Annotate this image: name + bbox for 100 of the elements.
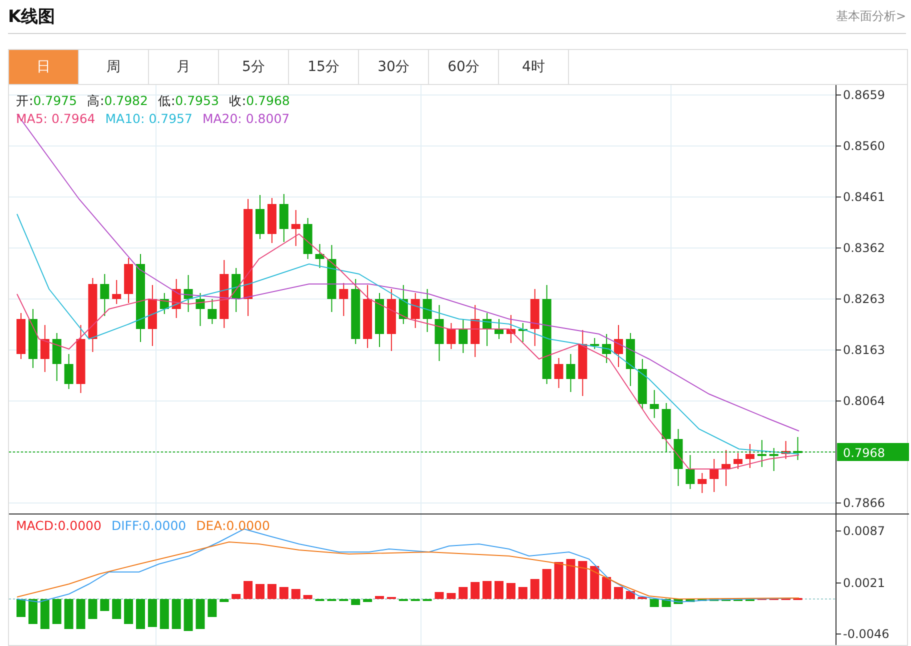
macd-bar xyxy=(256,584,264,599)
candlestick xyxy=(100,274,110,316)
macd-bar xyxy=(351,599,360,605)
price-legend-text: 高:0.7982 xyxy=(86,93,148,110)
candlestick xyxy=(434,304,444,362)
ma-legend-text: MA10: 0.7957 xyxy=(105,111,192,126)
candlestick xyxy=(339,282,348,316)
candlestick xyxy=(196,292,205,326)
macd-bar xyxy=(148,599,157,627)
candlestick xyxy=(757,440,766,468)
macd-axis-label: -0.0046 xyxy=(843,627,890,641)
candlestick xyxy=(148,284,157,346)
candlestick xyxy=(781,440,790,460)
candlestick xyxy=(614,324,623,368)
price-axis-label: 0.8560 xyxy=(843,139,885,153)
macd-bar xyxy=(602,577,612,599)
price-axis-label: 0.8064 xyxy=(843,394,885,408)
macd-bar xyxy=(291,589,300,599)
candlestick xyxy=(208,298,217,324)
candlestick xyxy=(602,334,612,364)
candlestick xyxy=(506,314,516,344)
candlestick xyxy=(64,354,74,390)
macd-bar xyxy=(244,581,253,599)
macd-bar xyxy=(494,581,504,599)
macd-bar xyxy=(64,599,74,629)
macd-bar xyxy=(28,599,38,624)
candlestick xyxy=(184,274,193,312)
candlestick xyxy=(494,318,504,340)
macd-bar xyxy=(363,599,372,602)
candlestick xyxy=(769,448,778,472)
macd-bar xyxy=(184,599,193,631)
candlestick xyxy=(124,258,134,304)
candlestick xyxy=(351,278,360,344)
page-title: K线图 xyxy=(8,6,56,28)
macd-bar xyxy=(100,599,110,611)
candlestick xyxy=(410,292,420,328)
macd-bar xyxy=(530,579,540,599)
candlestick xyxy=(291,210,300,246)
candlestick xyxy=(76,324,86,394)
candlestick xyxy=(28,308,38,368)
macd-axis-label: 0.0021 xyxy=(843,576,885,590)
candlestick xyxy=(256,194,264,240)
macd-bar xyxy=(196,599,205,629)
candlestick xyxy=(375,292,384,348)
macd-bar xyxy=(554,562,564,599)
macd-bar xyxy=(566,559,576,599)
macd-bar xyxy=(172,599,181,629)
macd-bar xyxy=(578,561,588,599)
macd-bar xyxy=(267,584,276,599)
candlestick xyxy=(160,292,169,314)
macd-bar xyxy=(220,599,229,602)
current-price-tag xyxy=(837,443,909,461)
candlestick xyxy=(722,450,731,486)
macd-bar xyxy=(590,566,600,599)
candlestick xyxy=(315,244,324,268)
macd-bar xyxy=(470,582,480,599)
macd-bar xyxy=(279,587,288,599)
macd-bar xyxy=(518,587,528,599)
macd-bar xyxy=(124,599,134,624)
macd-bar xyxy=(88,599,98,619)
candlestick xyxy=(554,358,564,388)
candlestick xyxy=(686,454,695,490)
candlestick xyxy=(590,338,600,350)
macd-bar xyxy=(303,595,312,599)
ma-legend-text: MA20: 0.8007 xyxy=(202,111,290,126)
macd-bar xyxy=(76,599,86,629)
candlestick xyxy=(232,268,241,312)
macd-axis-label: 0.0087 xyxy=(843,524,885,538)
fundamental-analysis-link[interactable]: 基本面分析> xyxy=(836,8,906,25)
macd-bar xyxy=(626,591,635,599)
price-axis-label: 0.8263 xyxy=(843,292,885,306)
macd-bar xyxy=(232,594,241,599)
macd-bar xyxy=(40,599,50,629)
candlestick xyxy=(279,194,288,242)
candlestick xyxy=(530,288,540,346)
macd-bar xyxy=(16,599,26,617)
price-axis-label: 0.7866 xyxy=(843,496,885,510)
macd-bar xyxy=(542,569,552,599)
candlestick xyxy=(327,244,336,312)
candlestick xyxy=(662,402,671,452)
macd-legend-text: MACD:0.0000 xyxy=(16,518,102,533)
candlestick xyxy=(710,458,719,492)
candlestick xyxy=(52,332,62,382)
price-axis-label: 0.8659 xyxy=(843,88,885,102)
candlestick xyxy=(220,260,229,328)
candlestick xyxy=(745,444,754,468)
current-price-label: 0.7968 xyxy=(843,446,885,460)
price-axis-label: 0.8362 xyxy=(843,241,885,255)
candlestick xyxy=(482,312,492,346)
macd-bar xyxy=(674,599,683,604)
candlestick xyxy=(674,428,683,486)
candlestick xyxy=(172,278,181,318)
candlestick xyxy=(638,358,647,410)
macd-bar xyxy=(112,599,122,619)
macd-bar xyxy=(686,599,695,602)
candlestick xyxy=(518,322,528,342)
candlestick xyxy=(793,436,802,460)
candlestick xyxy=(363,284,372,348)
price-axis-label: 0.8461 xyxy=(843,190,885,204)
candlestick xyxy=(422,288,432,332)
